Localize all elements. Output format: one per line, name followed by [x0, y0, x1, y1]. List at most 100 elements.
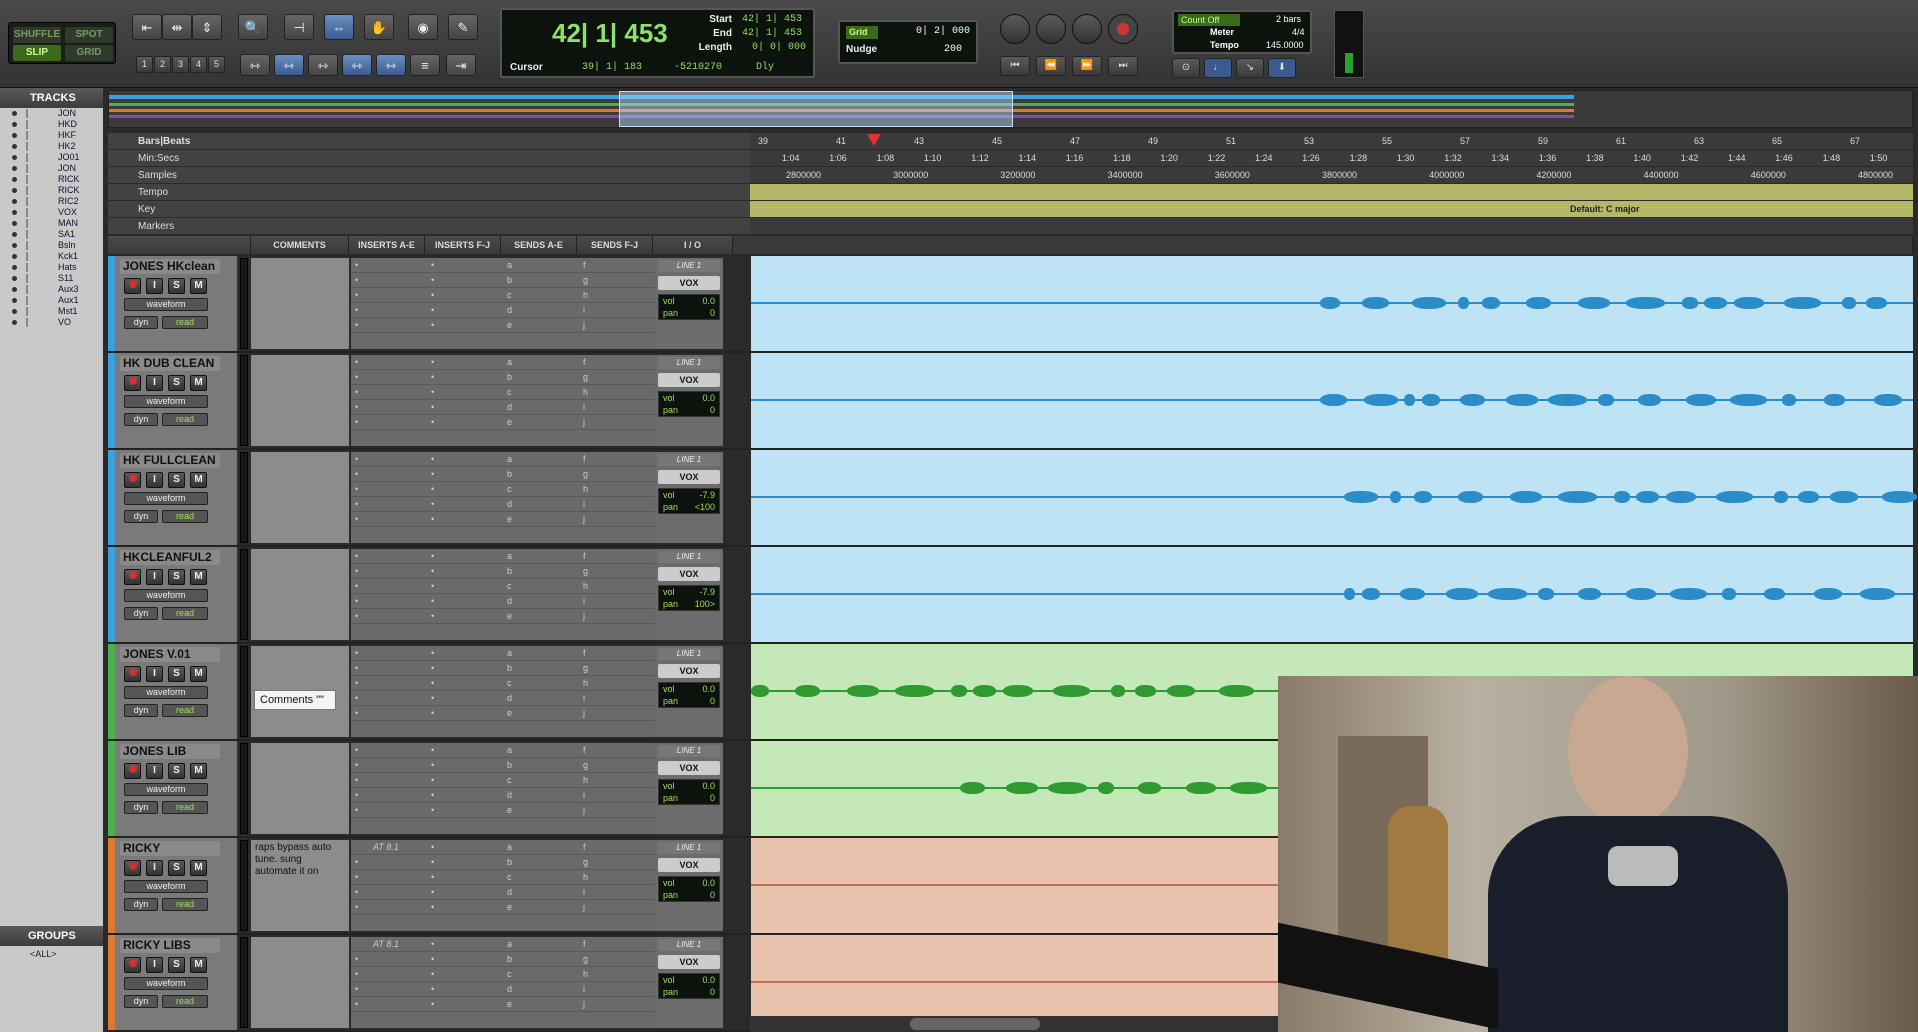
track-name[interactable]: HK DUB CLEAN	[120, 356, 220, 371]
trim-tool-icon[interactable]: ⊣	[284, 14, 314, 40]
insert-slot[interactable]: •	[351, 288, 429, 303]
insert-slot[interactable]: •	[351, 900, 429, 915]
volume-row[interactable]: vol 0.0	[659, 683, 719, 695]
insert-slot[interactable]: •	[427, 997, 505, 1012]
pan-row[interactable]: pan 0	[659, 695, 719, 707]
send-slot[interactable]: g	[579, 952, 657, 967]
send-slot[interactable]: i	[579, 885, 657, 900]
insert-slot[interactable]: •	[427, 609, 505, 624]
insert-slot[interactable]: •	[427, 773, 505, 788]
insert-slot[interactable]: •	[427, 661, 505, 676]
send-slot[interactable]: h	[579, 870, 657, 885]
send-slot[interactable]: h	[579, 482, 657, 497]
track-comment[interactable]	[251, 743, 349, 834]
wait-for-note-icon[interactable]: ⊙	[1172, 58, 1200, 78]
sidebar-track-item[interactable]: HK2	[0, 141, 103, 152]
send-slot[interactable]: e	[503, 803, 581, 818]
audio-waveform[interactable]	[751, 394, 1913, 406]
show-hide-icon[interactable]	[12, 144, 17, 149]
show-hide-icon[interactable]	[12, 276, 17, 281]
output-selector[interactable]: VOX	[658, 761, 720, 775]
send-slot[interactable]: c	[503, 870, 581, 885]
sidebar-track-item[interactable]: HKD	[0, 119, 103, 130]
mute-button[interactable]: M	[190, 569, 207, 585]
output-selector[interactable]: VOX	[658, 373, 720, 387]
smart-tool-icon[interactable]: ⇔	[324, 14, 354, 40]
key-ruler-label[interactable]: Key	[108, 201, 750, 218]
sidebar-track-item[interactable]: HKF	[0, 130, 103, 141]
count-off-toggle[interactable]: Count Off	[1178, 14, 1240, 26]
insert-slot[interactable]: •	[351, 691, 429, 706]
send-slot[interactable]: b	[503, 273, 581, 288]
insert-slot[interactable]: •	[351, 273, 429, 288]
track-name[interactable]: HK FULLCLEAN	[120, 453, 220, 468]
send-slot[interactable]: i	[579, 303, 657, 318]
send-slot[interactable]: f	[579, 840, 657, 855]
send-slot[interactable]: f	[579, 646, 657, 661]
mute-button[interactable]: M	[190, 278, 207, 294]
track-comment[interactable]	[251, 937, 349, 1028]
insert-slot[interactable]: •	[351, 400, 429, 415]
show-hide-icon[interactable]	[12, 210, 17, 215]
sidebar-track-item[interactable]: RICK	[0, 185, 103, 196]
input-selector[interactable]: LINE 1	[658, 939, 720, 951]
zoom-preset-5[interactable]: 5	[208, 56, 225, 73]
track-view-selector[interactable]: waveform	[124, 298, 208, 311]
online-icon[interactable]	[1000, 14, 1030, 44]
metronome-icon[interactable]: ♩	[1204, 58, 1232, 78]
input-selector[interactable]: LINE 1	[658, 454, 720, 466]
insert-slot[interactable]: •	[427, 385, 505, 400]
sidebar-track-item[interactable]: Mst1	[0, 306, 103, 317]
send-slot[interactable]: b	[503, 564, 581, 579]
input-selector[interactable]: LINE 1	[658, 260, 720, 272]
input-monitor-button[interactable]: I	[146, 569, 163, 585]
show-hide-icon[interactable]	[12, 177, 17, 182]
automation-mode-selector[interactable]: read	[162, 801, 208, 814]
send-slot[interactable]: i	[579, 497, 657, 512]
insert-slot[interactable]: •	[427, 758, 505, 773]
volume-value[interactable]: 0.0	[702, 295, 715, 307]
send-slot[interactable]: b	[503, 661, 581, 676]
zoom-preset-1[interactable]: 1	[136, 56, 153, 73]
output-selector[interactable]: VOX	[658, 276, 720, 290]
volume-row[interactable]: vol 0.0	[659, 877, 719, 889]
send-slot[interactable]: a	[503, 646, 581, 661]
sidebar-track-item[interactable]: JON	[0, 163, 103, 174]
markers-ruler[interactable]	[750, 218, 1913, 235]
insert-slot[interactable]: •	[351, 318, 429, 333]
insert-slot[interactable]: •	[351, 594, 429, 609]
insert-slot[interactable]: •	[351, 706, 429, 721]
pan-row[interactable]: pan <100	[659, 501, 719, 513]
pan-row[interactable]: pan 100>	[659, 598, 719, 610]
input-selector[interactable]: LINE 1	[658, 648, 720, 660]
send-slot[interactable]: b	[503, 370, 581, 385]
overview-view-rect[interactable]	[619, 91, 1013, 127]
insert-slot[interactable]: •	[351, 773, 429, 788]
universe-overview[interactable]	[108, 90, 1913, 128]
send-slot[interactable]: i	[579, 594, 657, 609]
track-playlist-lane[interactable]	[751, 547, 1913, 642]
insert-slot[interactable]: •	[427, 952, 505, 967]
pan-row[interactable]: pan 0	[659, 792, 719, 804]
track-view-selector[interactable]: waveform	[124, 395, 208, 408]
insert-slot[interactable]: •	[427, 318, 505, 333]
automation-mode-selector[interactable]: read	[162, 413, 208, 426]
track-playlist-lane[interactable]	[751, 353, 1913, 448]
tab-transient-icon[interactable]: ⇿	[342, 54, 372, 76]
send-slot[interactable]: d	[503, 885, 581, 900]
min-secs-ruler-label[interactable]: Min:Secs	[108, 150, 750, 167]
show-hide-icon[interactable]	[12, 111, 17, 116]
insert-slot[interactable]: •	[351, 743, 429, 758]
markers-ruler-label[interactable]: Markers	[108, 218, 750, 235]
insert-slot[interactable]: •	[351, 758, 429, 773]
send-slot[interactable]: f	[579, 258, 657, 273]
scrubber-icon[interactable]: ◉	[408, 14, 438, 40]
send-slot[interactable]: e	[503, 706, 581, 721]
zoom-preset-3[interactable]: 3	[172, 56, 189, 73]
insert-slot[interactable]: •	[351, 885, 429, 900]
send-slot[interactable]: b	[503, 467, 581, 482]
inserts-fj-column-header[interactable]: INSERTS F-J	[425, 236, 501, 254]
insert-slot[interactable]: •	[427, 982, 505, 997]
playlist-selector[interactable]: dyn	[124, 995, 158, 1008]
sidebar-track-item[interactable]: Aux1	[0, 295, 103, 306]
